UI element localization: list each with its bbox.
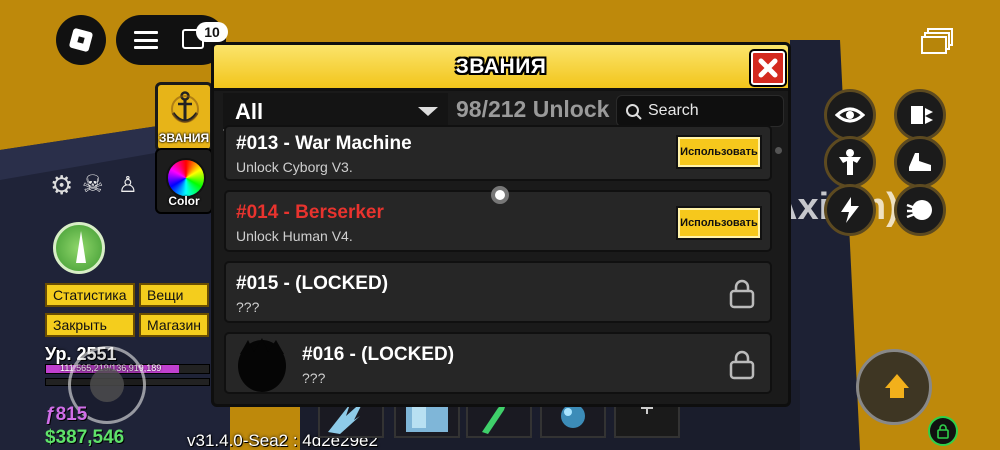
- tab-ranks-label: ЗВАНИЯ: [158, 131, 210, 145]
- crew-person-icon[interactable]: ♙: [118, 172, 138, 198]
- rank-row-015: #015 - (LOCKED) ???: [224, 261, 772, 323]
- stats-button[interactable]: Статистика: [45, 283, 135, 307]
- close-button[interactable]: [751, 51, 785, 85]
- eye-icon[interactable]: [824, 89, 876, 141]
- dash-icon[interactable]: [894, 89, 946, 141]
- search-placeholder: Search: [648, 102, 699, 119]
- ranks-window-header: ЗВАНИЯ: [214, 45, 788, 91]
- rank-filter-value: All: [235, 99, 264, 124]
- use-rank-button[interactable]: Использовать: [676, 135, 762, 169]
- rank-row-title: #013 - War Machine: [236, 133, 412, 154]
- close-icon: [758, 58, 778, 78]
- lightning-icon[interactable]: [824, 184, 876, 236]
- rank-row-title: #014 - Berserker: [236, 202, 384, 223]
- rank-row-description: ???: [236, 299, 260, 315]
- roblox-logo-icon: [68, 27, 94, 53]
- scrollbar-indicator[interactable]: [775, 147, 782, 154]
- screens-toggle-icon[interactable]: [921, 28, 953, 54]
- lock-icon: [729, 350, 755, 380]
- shop-button[interactable]: Магазин: [139, 313, 209, 337]
- rank-row-description: Unlock Cyborg V3.: [236, 159, 353, 175]
- money-counter: $387,546: [45, 427, 125, 448]
- rank-row-description: ???: [302, 370, 326, 386]
- items-button[interactable]: Вещи: [139, 283, 209, 307]
- rank-row-title: #015 - (LOCKED): [236, 273, 389, 294]
- ranks-window-title: ЗВАНИЯ: [455, 55, 547, 78]
- shoe-icon[interactable]: [894, 136, 946, 188]
- chat-badge: 10: [196, 22, 228, 42]
- chevron-down-icon: [418, 107, 438, 116]
- search-icon: [626, 104, 642, 120]
- use-rank-button[interactable]: Использовать: [676, 206, 762, 240]
- skull-crossbones-icon[interactable]: ☠: [82, 172, 104, 198]
- rank-row-016: #016 - (LOCKED) ???: [224, 332, 772, 394]
- cursor-icon: [491, 186, 509, 204]
- compass-icon[interactable]: [53, 222, 105, 274]
- fist-icon[interactable]: [894, 184, 946, 236]
- close-menu-button[interactable]: Закрыть: [45, 313, 135, 337]
- ranks-window: ЗВАНИЯ All 98/212 Unlock Search #013 - W…: [211, 42, 791, 407]
- rank-row-013: #013 - War Machine Unlock Cyborg V3. Исп…: [224, 125, 772, 181]
- shift-lock-icon[interactable]: [928, 416, 958, 446]
- jump-button[interactable]: [856, 349, 932, 425]
- settings-gear-icon[interactable]: ⚙: [50, 172, 76, 198]
- tab-color[interactable]: Color: [155, 148, 213, 214]
- joystick-knob[interactable]: [90, 368, 124, 402]
- roblox-menu-button[interactable]: [56, 15, 106, 65]
- locked-rank-silhouette-icon: [238, 338, 286, 392]
- anchor-icon: [171, 91, 199, 123]
- unlocked-count: 98/212 Unlock: [456, 96, 610, 122]
- hamburger-icon[interactable]: [134, 31, 158, 49]
- search-input[interactable]: Search: [616, 95, 784, 127]
- color-wheel-icon: [166, 158, 206, 198]
- lock-icon: [729, 279, 755, 309]
- tab-ranks[interactable]: ЗВАНИЯ: [155, 82, 213, 152]
- fragments-counter: ƒ815: [45, 404, 88, 425]
- rank-row-title: #016 - (LOCKED): [302, 344, 455, 365]
- jump-arrow-icon: [885, 374, 909, 388]
- rank-row-description: Unlock Human V4.: [236, 228, 353, 244]
- muscle-icon[interactable]: [824, 136, 876, 188]
- tab-color-label: Color: [168, 194, 200, 208]
